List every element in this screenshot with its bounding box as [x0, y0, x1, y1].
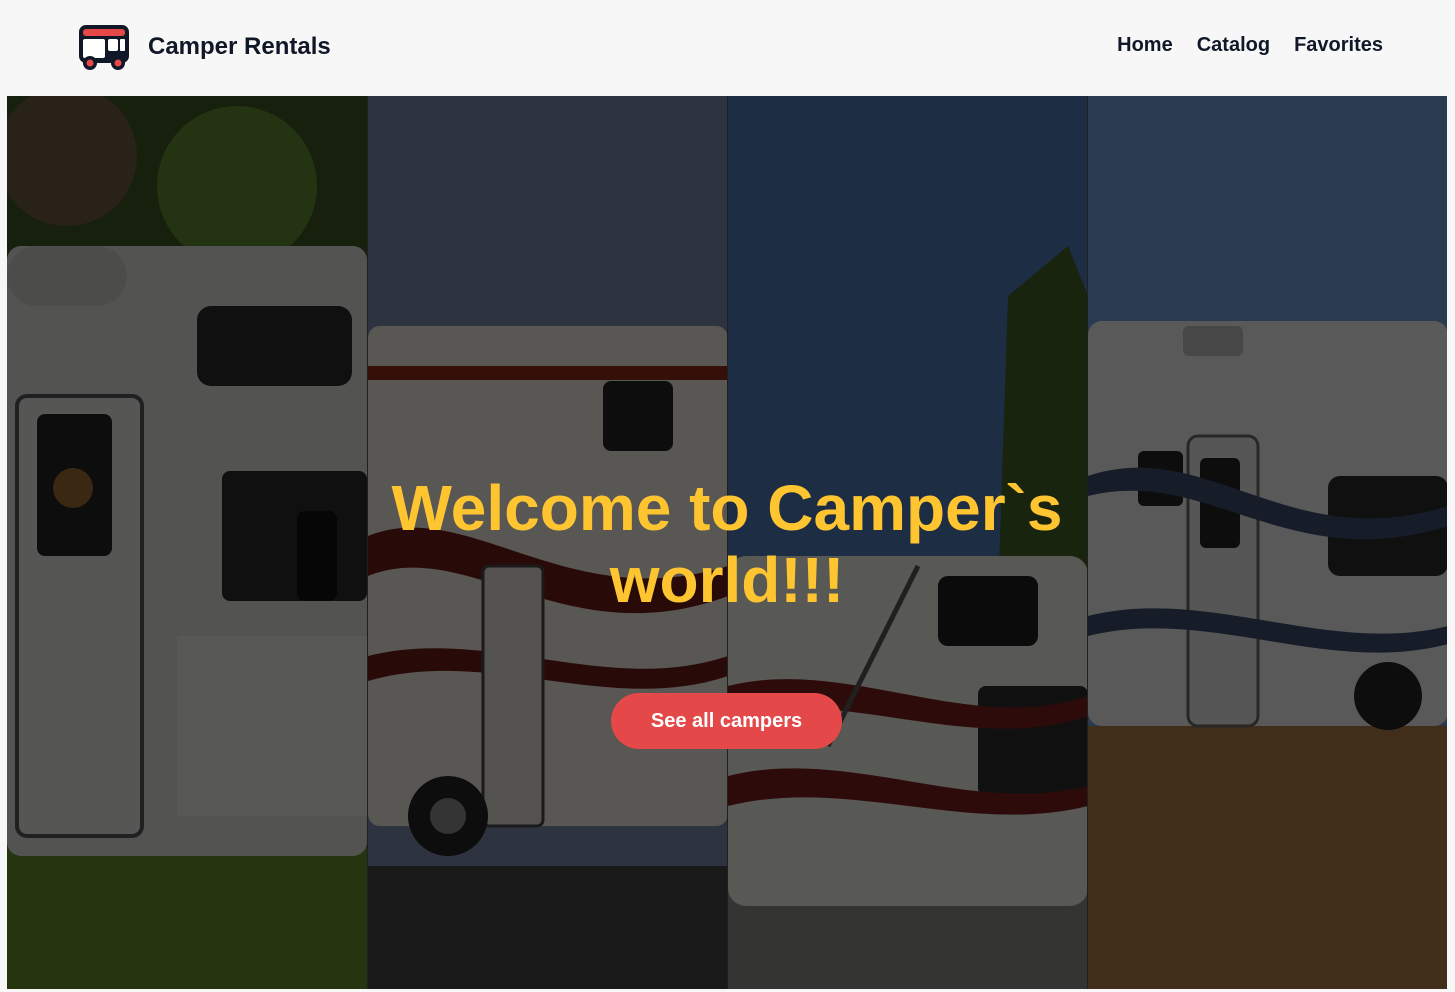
- see-all-campers-button[interactable]: See all campers: [611, 693, 842, 749]
- camper-van-icon: [79, 25, 129, 70]
- main-nav: Home Catalog Favorites: [1117, 34, 1383, 57]
- site-header: Camper Rentals Home Catalog Favorites: [0, 0, 1455, 96]
- brand-name: Camper Rentals: [148, 33, 331, 60]
- logo-link[interactable]: Camper Rentals: [76, 22, 331, 72]
- nav-home-link[interactable]: Home: [1117, 34, 1173, 57]
- nav-favorites-link[interactable]: Favorites: [1294, 34, 1383, 57]
- hero-content: Welcome to Camper`s world!!! See all cam…: [7, 96, 1447, 989]
- hero-title: Welcome to Camper`s world!!!: [391, 472, 1063, 616]
- nav-catalog-link[interactable]: Catalog: [1197, 34, 1270, 57]
